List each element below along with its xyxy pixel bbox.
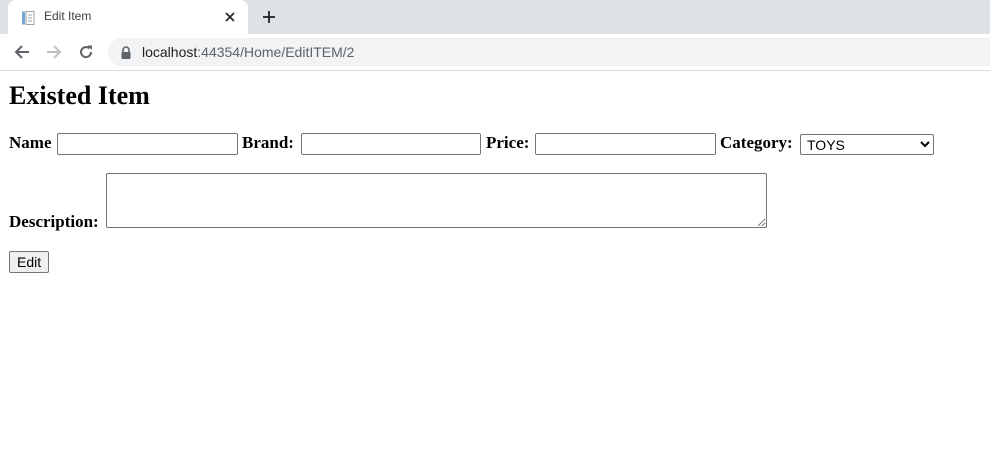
page-title: Existed Item: [9, 81, 150, 110]
new-tab-plus-icon[interactable]: [259, 7, 279, 27]
description-label: Description:: [9, 212, 99, 231]
tab-title: Edit Item: [44, 9, 92, 23]
close-icon[interactable]: [222, 9, 238, 25]
brand-label: Brand:: [242, 133, 294, 152]
url-path: :44354/Home/EditITEM/2: [197, 44, 355, 60]
url-text: localhost:44354/Home/EditITEM/2: [142, 44, 354, 60]
page-content: Existed Item Name Brand: Price: Category…: [0, 71, 990, 465]
document-icon: [21, 10, 35, 25]
browser-tab[interactable]: Edit Item: [8, 0, 248, 34]
name-label: Name: [9, 133, 52, 152]
price-label: Price:: [486, 133, 530, 152]
forward-arrow-icon[interactable]: [44, 42, 64, 62]
reload-icon[interactable]: [76, 42, 96, 62]
url-host: localhost: [142, 44, 198, 60]
lock-icon: [120, 45, 132, 59]
category-select[interactable]: TOYS: [800, 134, 934, 155]
category-label: Category:: [720, 133, 793, 152]
tab-strip: Edit Item: [0, 0, 990, 34]
brand-input[interactable]: [301, 133, 481, 155]
back-arrow-icon[interactable]: [12, 42, 32, 62]
description-textarea[interactable]: [106, 173, 767, 228]
name-input[interactable]: [57, 133, 238, 155]
price-input[interactable]: [535, 133, 716, 155]
address-bar[interactable]: localhost:44354/Home/EditITEM/2: [108, 38, 990, 66]
edit-button[interactable]: Edit: [9, 251, 50, 273]
browser-toolbar: localhost:44354/Home/EditITEM/2: [0, 34, 990, 71]
